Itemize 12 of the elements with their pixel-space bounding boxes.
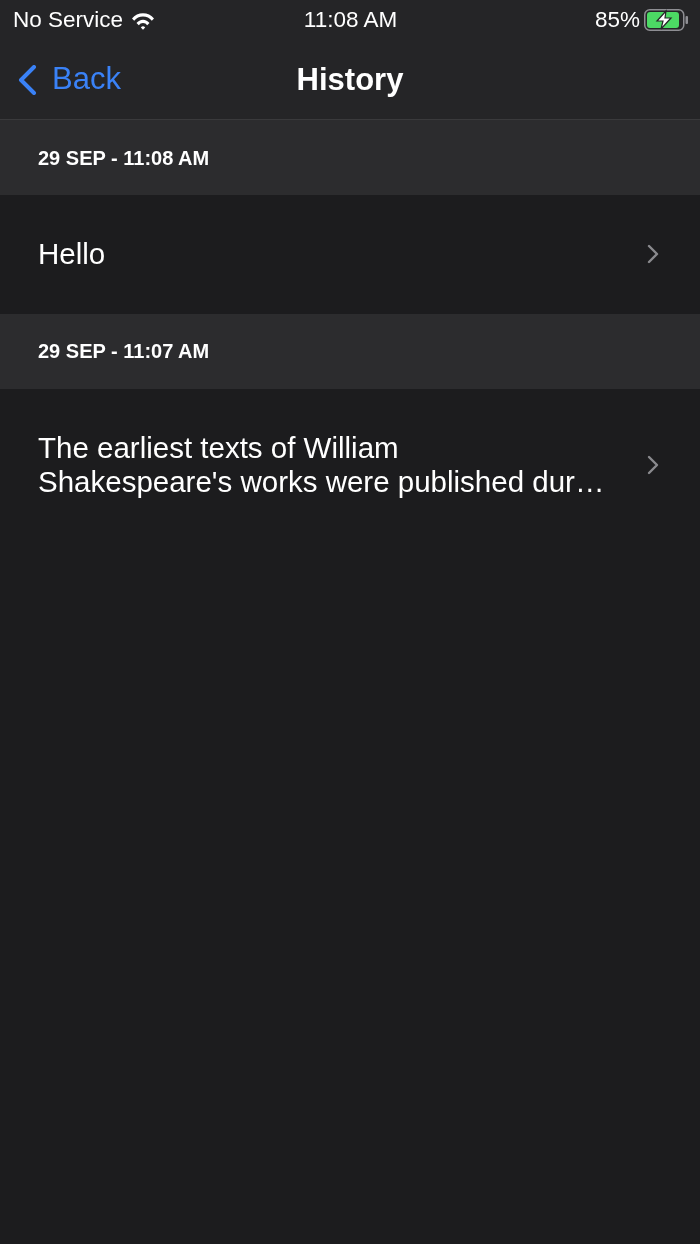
section-header: 29 SEP - 11:08 AM [38, 145, 210, 171]
page-title: History [296, 60, 404, 99]
chevron-right-icon [647, 244, 659, 265]
back-chevron-icon [17, 64, 37, 95]
battery-percentage: 85% [594, 6, 640, 35]
back-button[interactable]: Back [17, 56, 121, 103]
carrier-text: No Service [13, 6, 124, 35]
wifi-icon [131, 10, 156, 30]
clock-time: 11:08 AM [303, 6, 398, 35]
battery-charging-icon [644, 9, 688, 31]
section-header: 29 SEP - 11:07 AM [38, 339, 210, 364]
chevron-right-icon [647, 455, 659, 475]
